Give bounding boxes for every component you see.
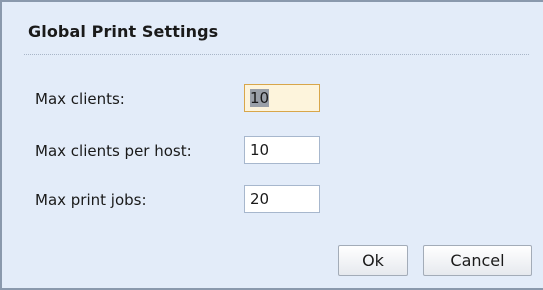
max-clients-per-host-value: 10 [250,141,270,159]
max-print-jobs-field[interactable]: 20 [244,185,320,213]
dialog-title: Global Print Settings [28,22,219,41]
global-print-settings-dialog: Global Print Settings Max clients: 10 Ma… [0,0,543,290]
max-print-jobs-value: 20 [250,190,270,208]
max-clients-label: Max clients: [35,90,125,108]
max-clients-per-host-label: Max clients per host: [35,142,192,160]
ok-button[interactable]: Ok [338,245,408,276]
max-clients-field[interactable]: 10 [244,84,320,112]
cancel-button[interactable]: Cancel [423,245,532,276]
max-clients-per-host-field[interactable]: 10 [244,136,320,164]
max-print-jobs-label: Max print jobs: [35,191,147,209]
title-divider [24,54,529,55]
max-clients-value: 10 [250,89,270,107]
